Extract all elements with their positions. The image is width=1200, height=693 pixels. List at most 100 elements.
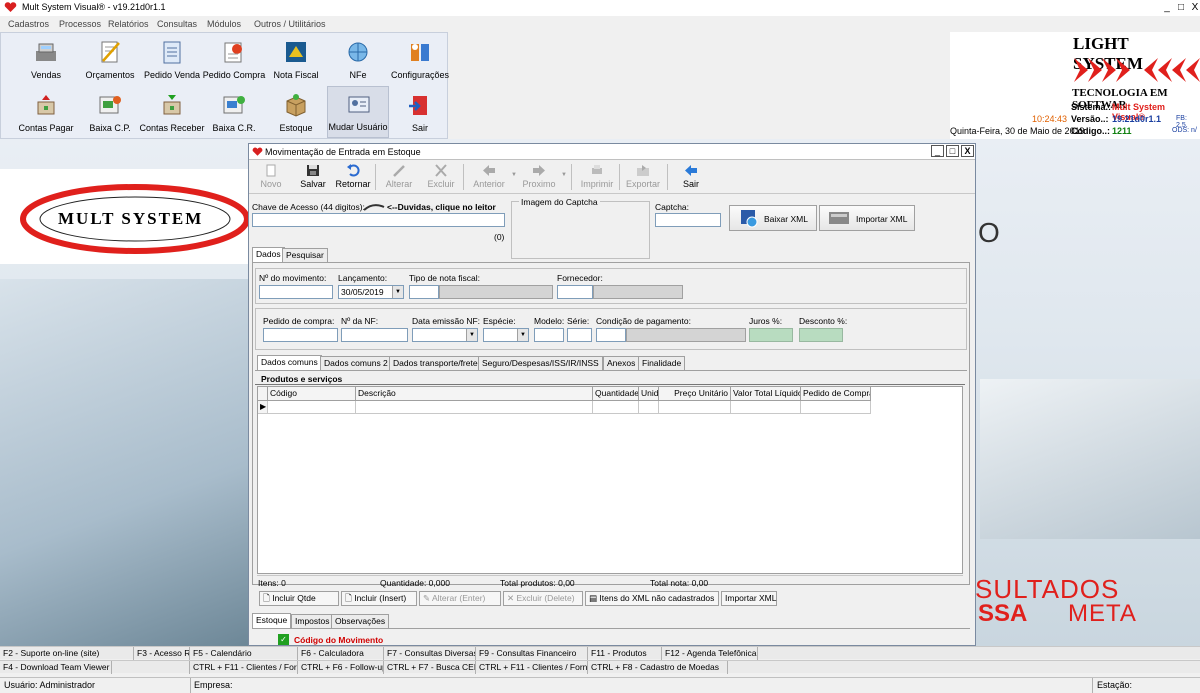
captcha-input[interactable]: [655, 213, 721, 227]
tab-dados-comuns-2[interactable]: Dados comuns 2: [320, 356, 392, 370]
dialog-maximize-button[interactable]: □: [946, 145, 959, 157]
fkey-acesso-rapido[interactable]: F3 - Acesso Rápido: [134, 647, 190, 660]
fkey-calendario[interactable]: F5 - Calendário: [190, 647, 298, 660]
fornecedor-code-input[interactable]: [557, 285, 593, 299]
fkey-suporte[interactable]: F2 - Suporte on-line (site): [0, 647, 134, 660]
toolbar-contas-pagar[interactable]: Contas Pagar: [15, 88, 77, 138]
tab-estoque[interactable]: Estoque: [252, 613, 292, 628]
tab-impostos[interactable]: Impostos: [291, 614, 334, 628]
excluir-button[interactable]: Excluir: [423, 164, 459, 192]
grid-header-quantidade[interactable]: Quantidade: [593, 387, 639, 401]
duvidas-link[interactable]: <--Duvidas, clique no leitor: [387, 202, 496, 212]
toolbar-pedido-compra[interactable]: Pedido Compra: [203, 35, 265, 85]
grid-cell-pedido[interactable]: [801, 401, 871, 414]
minimize-button[interactable]: _: [1160, 1, 1174, 14]
toolbar-vendas[interactable]: Vendas: [15, 35, 77, 85]
pedido-compra-input[interactable]: [263, 328, 338, 342]
exportar-button[interactable]: Exportar: [625, 164, 661, 192]
calendar-dropdown-icon[interactable]: ▼: [466, 329, 477, 341]
fkey-teamviewer[interactable]: F4 - Download Team Viewer: [0, 661, 112, 674]
grid-header-preco-unitario[interactable]: Preço Unitário: [659, 387, 731, 401]
menu-processos[interactable]: Processos: [59, 19, 101, 29]
toolbar-nota-fiscal[interactable]: Nota Fiscal: [265, 35, 327, 85]
condicao-code-input[interactable]: [596, 328, 626, 342]
menu-outros-utilitarios[interactable]: Outros / Utilitários: [254, 19, 326, 29]
retornar-button[interactable]: Retornar: [335, 164, 371, 192]
imprimir-button[interactable]: Imprimir: [579, 164, 615, 192]
grid-importar-xml-button[interactable]: Importar XML: [721, 591, 777, 606]
nf-input[interactable]: [341, 328, 408, 342]
tab-finalidade[interactable]: Finalidade: [638, 356, 686, 370]
data-emissao-input[interactable]: ▼: [412, 328, 478, 342]
close-button[interactable]: X: [1188, 1, 1200, 14]
menu-cadastros[interactable]: Cadastros: [8, 19, 49, 29]
tab-anexos[interactable]: Anexos: [603, 356, 640, 370]
grid-cell-descricao[interactable]: [356, 401, 593, 414]
chave-acesso-input[interactable]: [252, 213, 505, 227]
grid-header-descricao[interactable]: Descrição: [356, 387, 593, 401]
importar-xml-button[interactable]: Importar XML: [819, 205, 915, 231]
fkey-busca-cep[interactable]: CTRL + F7 - Busca CEP: [384, 661, 476, 674]
novo-button[interactable]: Novo: [253, 164, 289, 192]
maximize-button[interactable]: □: [1174, 1, 1188, 14]
movimento-input[interactable]: [259, 285, 333, 299]
toolbar-sair[interactable]: Sair: [389, 88, 451, 138]
toolbar-configuracoes[interactable]: Configurações: [389, 35, 451, 85]
salvar-button[interactable]: Salvar: [295, 164, 331, 192]
sair-button[interactable]: Sair: [673, 164, 709, 192]
excluir-delete-button[interactable]: ✕ Excluir (Delete): [503, 591, 583, 606]
fkey-agenda-telefonica[interactable]: F12 - Agenda Telefônica: [662, 647, 758, 660]
toolbar-baixa-cp[interactable]: Baixa C.P.: [79, 88, 141, 138]
tab-seguro-despesas[interactable]: Seguro/Despesas/ISS/IR/INSS: [478, 356, 603, 370]
tab-dados-comuns[interactable]: Dados comuns: [257, 355, 322, 370]
toolbar-contas-receber[interactable]: Contas Receber: [139, 88, 205, 138]
tab-observacoes[interactable]: Observações: [331, 614, 390, 628]
grid-cell-codigo[interactable]: [268, 401, 356, 414]
grid-header-valor-total[interactable]: Valor Total Líquido: [731, 387, 801, 401]
toolbar-baixa-cr[interactable]: Baixa C.R.: [203, 88, 265, 138]
fkey-consultas-diversas[interactable]: F7 - Consultas Diversas: [384, 647, 476, 660]
barcode-reader-icon[interactable]: [363, 202, 385, 212]
toolbar-mudar-usuario[interactable]: Mudar Usuário: [327, 86, 389, 138]
grid-header-unid[interactable]: Unid: [639, 387, 659, 401]
incluir-qtde-button[interactable]: 🗋 Incluir Qtde: [259, 591, 339, 606]
grid-cell-unid[interactable]: [639, 401, 659, 414]
itens-xml-button[interactable]: ▤ Itens do XML não cadastrados: [585, 591, 719, 606]
proximo-dropdown-icon[interactable]: ▼: [561, 172, 567, 178]
toolbar-estoque[interactable]: Estoque: [265, 88, 327, 138]
chevron-down-icon[interactable]: ▼: [517, 329, 528, 341]
products-grid[interactable]: Código Descrição Quantidade Unid Preço U…: [257, 386, 963, 574]
tipo-nota-code-input[interactable]: [409, 285, 439, 299]
grid-cell-preco[interactable]: [659, 401, 731, 414]
tab-pesquisar[interactable]: Pesquisar: [282, 248, 328, 262]
proximo-button[interactable]: Proximo: [521, 164, 557, 192]
anterior-dropdown-icon[interactable]: ▼: [511, 172, 517, 178]
dialog-close-button[interactable]: X: [961, 145, 974, 157]
toolbar-nfe[interactable]: NFe: [327, 35, 389, 85]
baixar-xml-button[interactable]: Baixar XML: [729, 205, 817, 231]
fkey-clientes-forn-2[interactable]: CTRL + F11 - Clientes / Forn: [476, 661, 588, 674]
modelo-input[interactable]: [534, 328, 564, 342]
anterior-button[interactable]: Anterior: [471, 164, 507, 192]
lancamento-date-input[interactable]: 30/05/2019 ▼: [338, 285, 404, 299]
grid-header-codigo[interactable]: Código: [268, 387, 356, 401]
fkey-consultas-financeiro[interactable]: F9 - Consultas Financeiro: [476, 647, 588, 660]
fkey-calculadora[interactable]: F6 - Calculadora: [298, 647, 384, 660]
grid-cell-quantidade[interactable]: [593, 401, 639, 414]
menu-modulos[interactable]: Módulos: [207, 19, 241, 29]
tab-dados[interactable]: Dados: [252, 247, 285, 262]
grid-cell-valor[interactable]: [731, 401, 801, 414]
incluir-insert-button[interactable]: 🗋 Incluir (Insert): [341, 591, 417, 606]
juros-input[interactable]: [749, 328, 793, 342]
fkey-cadastro-moedas[interactable]: CTRL + F8 - Cadastro de Moedas: [588, 661, 728, 674]
fkey-produtos[interactable]: F11 - Produtos: [588, 647, 662, 660]
desconto-input[interactable]: [799, 328, 843, 342]
fkey-follow-up[interactable]: CTRL + F6 - Follow-up: [298, 661, 384, 674]
toolbar-pedido-venda[interactable]: Pedido Venda: [141, 35, 203, 85]
alterar-enter-button[interactable]: ✎ Alterar (Enter): [419, 591, 501, 606]
menu-relatorios[interactable]: Relatórios: [108, 19, 149, 29]
toolbar-orcamentos[interactable]: Orçamentos: [79, 35, 141, 85]
especie-select[interactable]: ▼: [483, 328, 529, 342]
tab-dados-transporte[interactable]: Dados transporte/frete: [389, 356, 482, 370]
calendar-dropdown-icon[interactable]: ▼: [392, 286, 403, 298]
